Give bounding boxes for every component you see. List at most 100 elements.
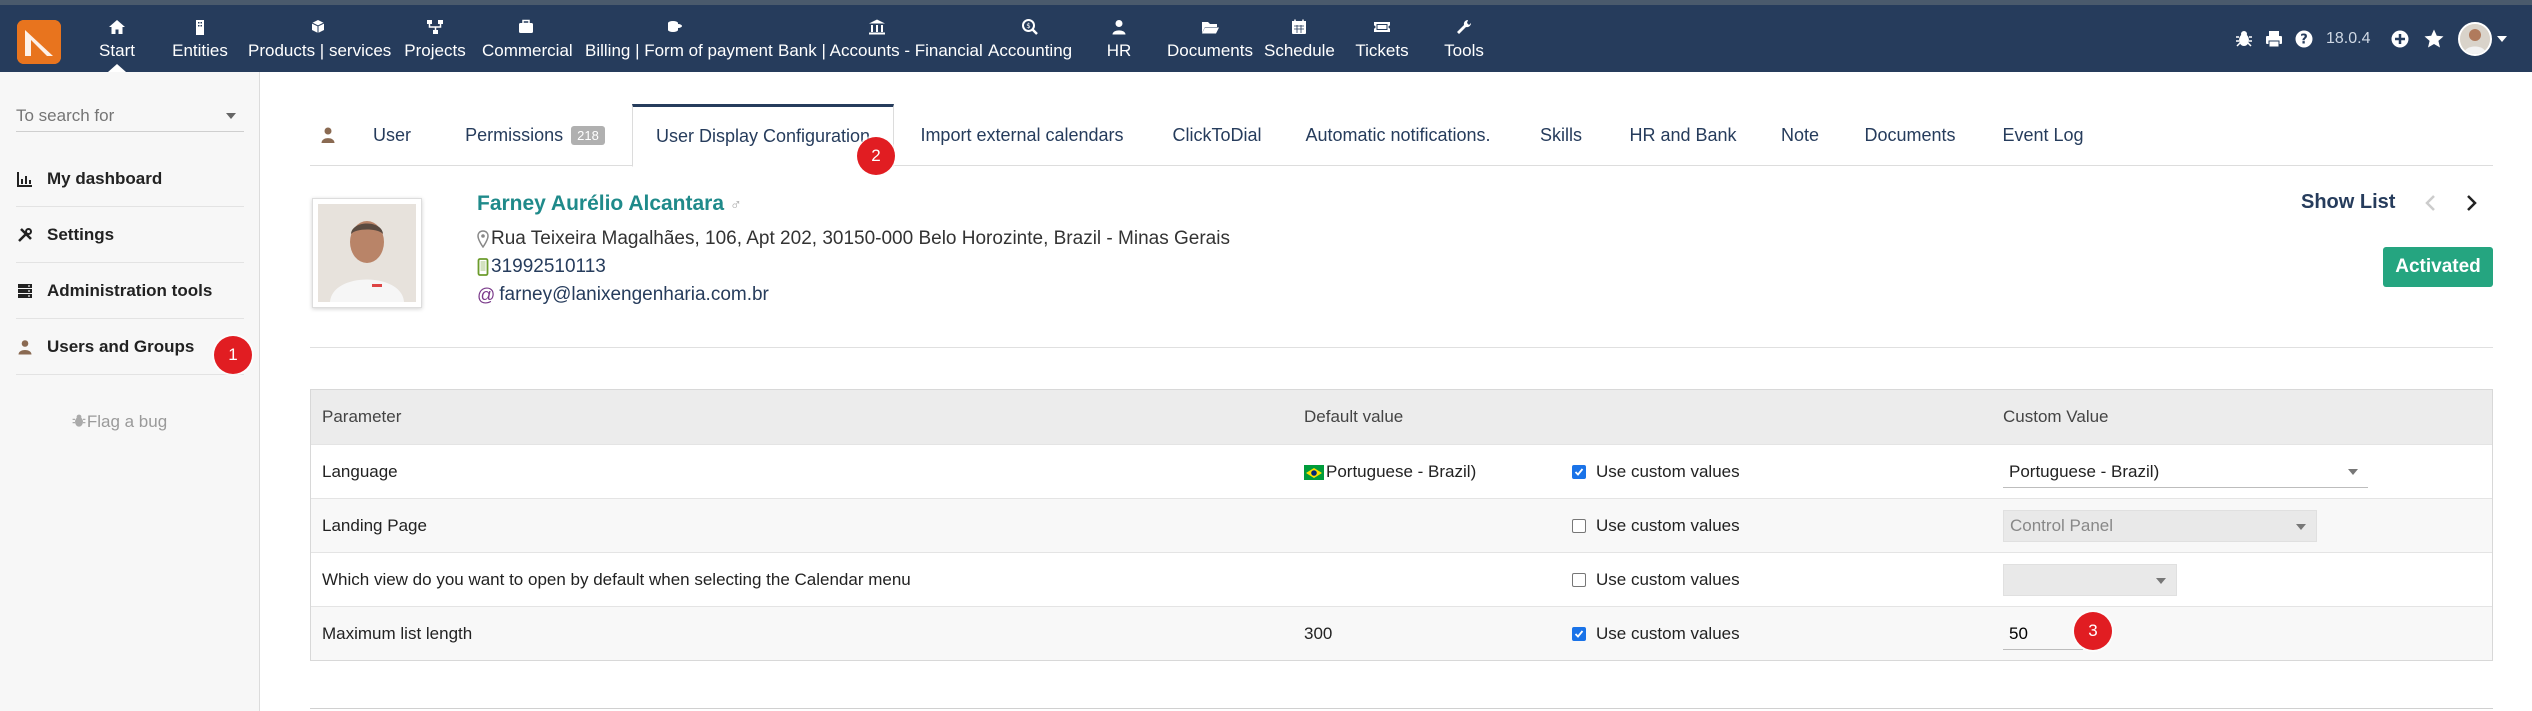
use-custom-label: Use custom values	[1596, 624, 1740, 643]
menu-tickets[interactable]: Tickets	[1352, 5, 1412, 72]
user-email[interactable]: @ farney@lanixengenharia.com.br	[477, 284, 769, 306]
tab-skills[interactable]: Skills	[1532, 104, 1590, 166]
chevron-right-icon[interactable]	[2460, 192, 2482, 214]
menu-accounting[interactable]: $ Accounting	[988, 5, 1072, 72]
tab-user-icon[interactable]	[310, 104, 346, 166]
custom-value-cell: Control Panel	[2003, 499, 2317, 553]
use-custom-label: Use custom values	[1596, 462, 1740, 481]
user-phone[interactable]: 31992510113	[477, 256, 606, 278]
tab-permissions[interactable]: Permissions 218	[450, 104, 620, 166]
display-config-table: Parameter Default value Custom Value Lan…	[310, 389, 2493, 661]
checkbox-unchecked[interactable]	[1572, 573, 1586, 587]
callout-badge-2: 2	[857, 137, 895, 175]
checkbox-checked[interactable]	[1572, 465, 1586, 479]
tab-import-calendars[interactable]: Import external calendars	[908, 104, 1136, 166]
menu-products-label: Products | services	[248, 41, 392, 60]
menu-documents-label: Documents	[1167, 41, 1253, 60]
sidebar-item-users-groups[interactable]: Users and Groups	[16, 319, 244, 375]
tab-note[interactable]: Note	[1770, 104, 1830, 166]
use-custom-toggle[interactable]: Use custom values	[1572, 553, 1740, 607]
plus-circle-icon[interactable]	[2388, 27, 2412, 51]
sidebar-search[interactable]	[16, 102, 244, 132]
search-dollar-icon: $	[1022, 19, 1038, 35]
app-logo[interactable]	[17, 20, 61, 64]
chevron-left-icon[interactable]	[2420, 192, 2442, 214]
chevron-down-icon[interactable]	[2497, 35, 2508, 42]
tab-user-display-config[interactable]: User Display Configuration	[632, 104, 894, 167]
tab-user[interactable]: User	[360, 104, 424, 166]
calendar-view-select[interactable]	[2003, 564, 2177, 596]
menu-billing[interactable]: Billing | Form of payment	[585, 5, 773, 72]
coins-icon	[668, 21, 682, 32]
user-photo[interactable]	[312, 198, 422, 308]
menu-schedule[interactable]: Schedule	[1264, 5, 1335, 72]
user-full-name: Farney Aurélio Alcantara ♂	[477, 192, 742, 216]
select-value: Control Panel	[2010, 516, 2114, 535]
printer-icon[interactable]	[2262, 27, 2286, 51]
tools-icon	[16, 226, 34, 244]
wrench-icon	[1457, 19, 1472, 34]
tab-documents[interactable]: Documents	[1855, 104, 1965, 166]
user-icon	[16, 338, 34, 356]
tab-event-log[interactable]: Event Log	[1993, 104, 2093, 166]
tab-hr-bank[interactable]: HR and Bank	[1619, 104, 1747, 166]
tab-clicktodial[interactable]: ClickToDial	[1162, 104, 1272, 166]
use-custom-toggle[interactable]: Use custom values	[1572, 445, 1740, 499]
flag-bug-link[interactable]: Flag a bug	[0, 412, 238, 432]
language-select[interactable]: Portuguese - Brazil)	[2003, 456, 2368, 488]
help-icon[interactable]: ?	[2292, 27, 2316, 51]
menu-tickets-label: Tickets	[1355, 41, 1409, 60]
tab-label: Note	[1780, 124, 1820, 145]
callout-badge-3: 3	[2074, 612, 2112, 650]
sidebar-search-input[interactable]	[16, 102, 216, 130]
user-tabs: User Permissions 218 User Display Configu…	[310, 104, 2493, 167]
header-custom-value: Custom Value	[2003, 407, 2109, 426]
select-value: Portuguese - Brazil)	[2009, 461, 2160, 481]
menu-tools[interactable]: Tools	[1441, 5, 1487, 72]
checkbox-checked[interactable]	[1572, 627, 1586, 641]
max-list-length-input[interactable]	[2003, 618, 2083, 650]
bank-icon	[869, 19, 885, 35]
sidebar-item-settings[interactable]: Settings	[16, 207, 244, 263]
param-name: Maximum list length	[322, 624, 473, 643]
sidebar-item-admin-tools[interactable]: Administration tools	[16, 263, 244, 319]
use-custom-toggle[interactable]: Use custom values	[1572, 607, 1740, 661]
star-icon[interactable]	[2422, 27, 2446, 51]
user-icon	[1112, 20, 1126, 35]
use-custom-toggle[interactable]: Use custom values	[1572, 499, 1740, 553]
sidebar-item-dashboard[interactable]: My dashboard	[16, 151, 244, 207]
menu-entities-label: Entities	[172, 41, 228, 60]
chevron-down-icon	[2296, 524, 2306, 530]
menu-hr-label: HR	[1106, 41, 1132, 60]
tab-automatic-notifications[interactable]: Automatic notifications.	[1298, 104, 1498, 166]
menu-hr[interactable]: HR	[1104, 5, 1134, 72]
param-name: Which view do you want to open by defaul…	[322, 570, 911, 589]
custom-value-cell	[2003, 607, 2083, 661]
menu-products[interactable]: Products | services	[248, 5, 392, 72]
menu-commercial[interactable]: Commercial	[482, 5, 573, 72]
tab-label: Import external calendars	[920, 124, 1124, 145]
show-list-link[interactable]: Show List	[2301, 191, 2395, 214]
user-icon	[321, 127, 335, 143]
briefcase-icon	[519, 19, 533, 33]
menu-bank-label: Bank | Accounts - Financial	[778, 41, 983, 60]
chevron-down-icon	[226, 113, 236, 119]
menu-entities[interactable]: Entities	[170, 5, 230, 72]
user-avatar-menu[interactable]	[2458, 21, 2493, 56]
checkbox-unchecked[interactable]	[1572, 519, 1586, 533]
landing-page-select[interactable]: Control Panel	[2003, 510, 2317, 542]
calendar-icon	[1292, 19, 1306, 34]
param-name: Landing Page	[322, 516, 427, 535]
bug-icon[interactable]	[2232, 27, 2256, 51]
status-badge: Activated	[2383, 247, 2493, 287]
menu-documents[interactable]: Documents	[1167, 5, 1253, 72]
param-name: Language	[322, 462, 398, 481]
brazil-flag-icon	[1304, 465, 1324, 480]
menu-bank[interactable]: Bank | Accounts - Financial	[778, 5, 983, 72]
server-icon	[16, 282, 34, 300]
menu-projects[interactable]: Projects	[403, 5, 467, 72]
custom-value-cell: Portuguese - Brazil)	[2003, 445, 2368, 499]
tab-label: HR and Bank	[1629, 124, 1737, 145]
sidebar-item-label: Users and Groups	[47, 336, 195, 356]
menu-start[interactable]: Start	[92, 5, 142, 72]
